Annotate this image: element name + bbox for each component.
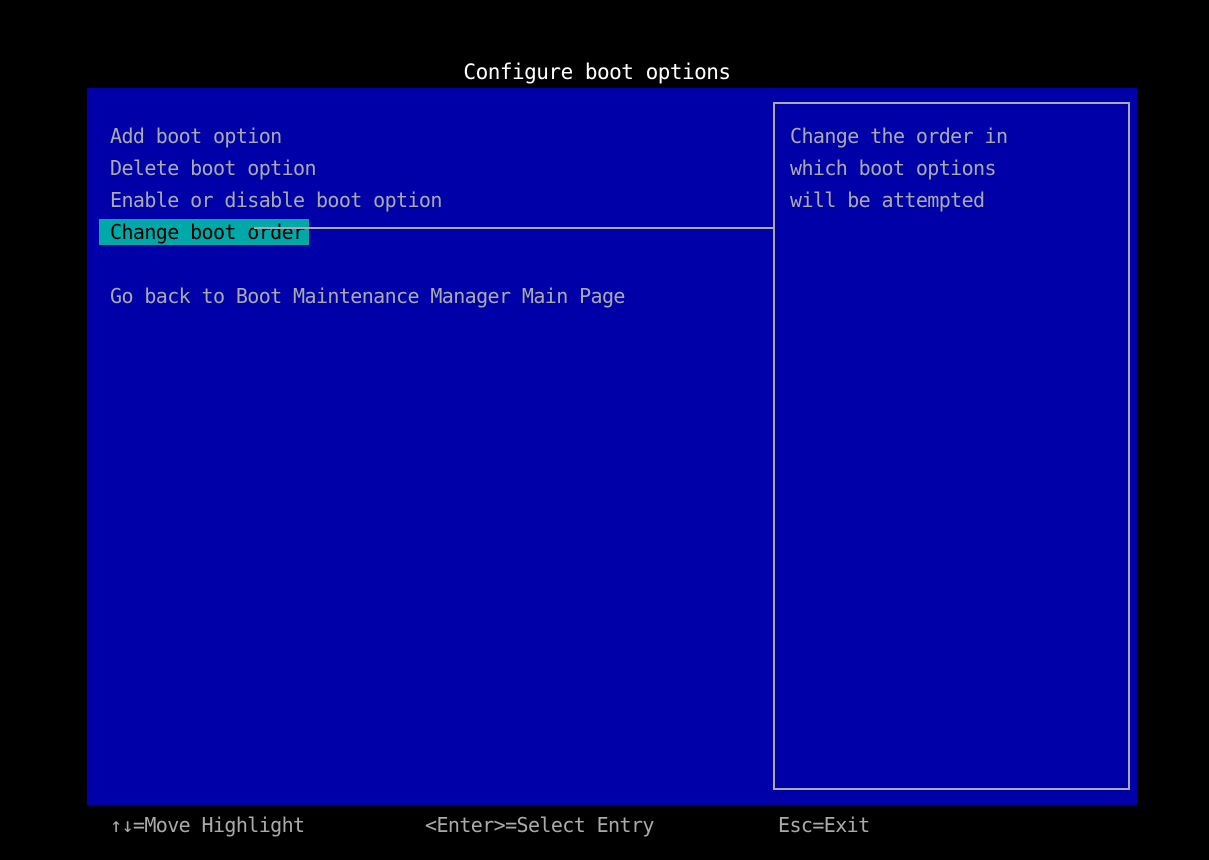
menu-item-delete-boot-option[interactable]: Delete boot option [99,152,769,184]
footer-select-hint: <Enter>=Select Entry [425,813,654,837]
bios-screen: Configure boot options Change the order … [0,0,1209,860]
selection-highlight: Change boot order [99,219,309,245]
boot-options-menu: Add boot option Delete boot option Enabl… [99,120,769,312]
menu-item-add-boot-option[interactable]: Add boot option [99,120,769,152]
footer-exit-hint: Esc=Exit [778,813,870,837]
help-line: which boot options [790,156,997,180]
help-connector-line [254,227,774,229]
menu-item-change-boot-order[interactable]: Change boot order [99,216,769,248]
help-line: Change the order in [790,124,1008,148]
menu-item-enable-disable-boot-option[interactable]: Enable or disable boot option [99,184,769,216]
footer-move-hint: ↑↓=Move Highlight [110,813,305,837]
help-text: Change the order in which boot options w… [790,120,1110,216]
menu-item-go-back[interactable]: Go back to Boot Maintenance Manager Main… [99,280,769,312]
menu-spacer [99,248,769,280]
page-title: Configure boot options [463,60,731,84]
footer-bar: ↑↓=Move Highlight <Enter>=Select Entry E… [0,805,1209,845]
help-line: will be attempted [790,188,985,212]
